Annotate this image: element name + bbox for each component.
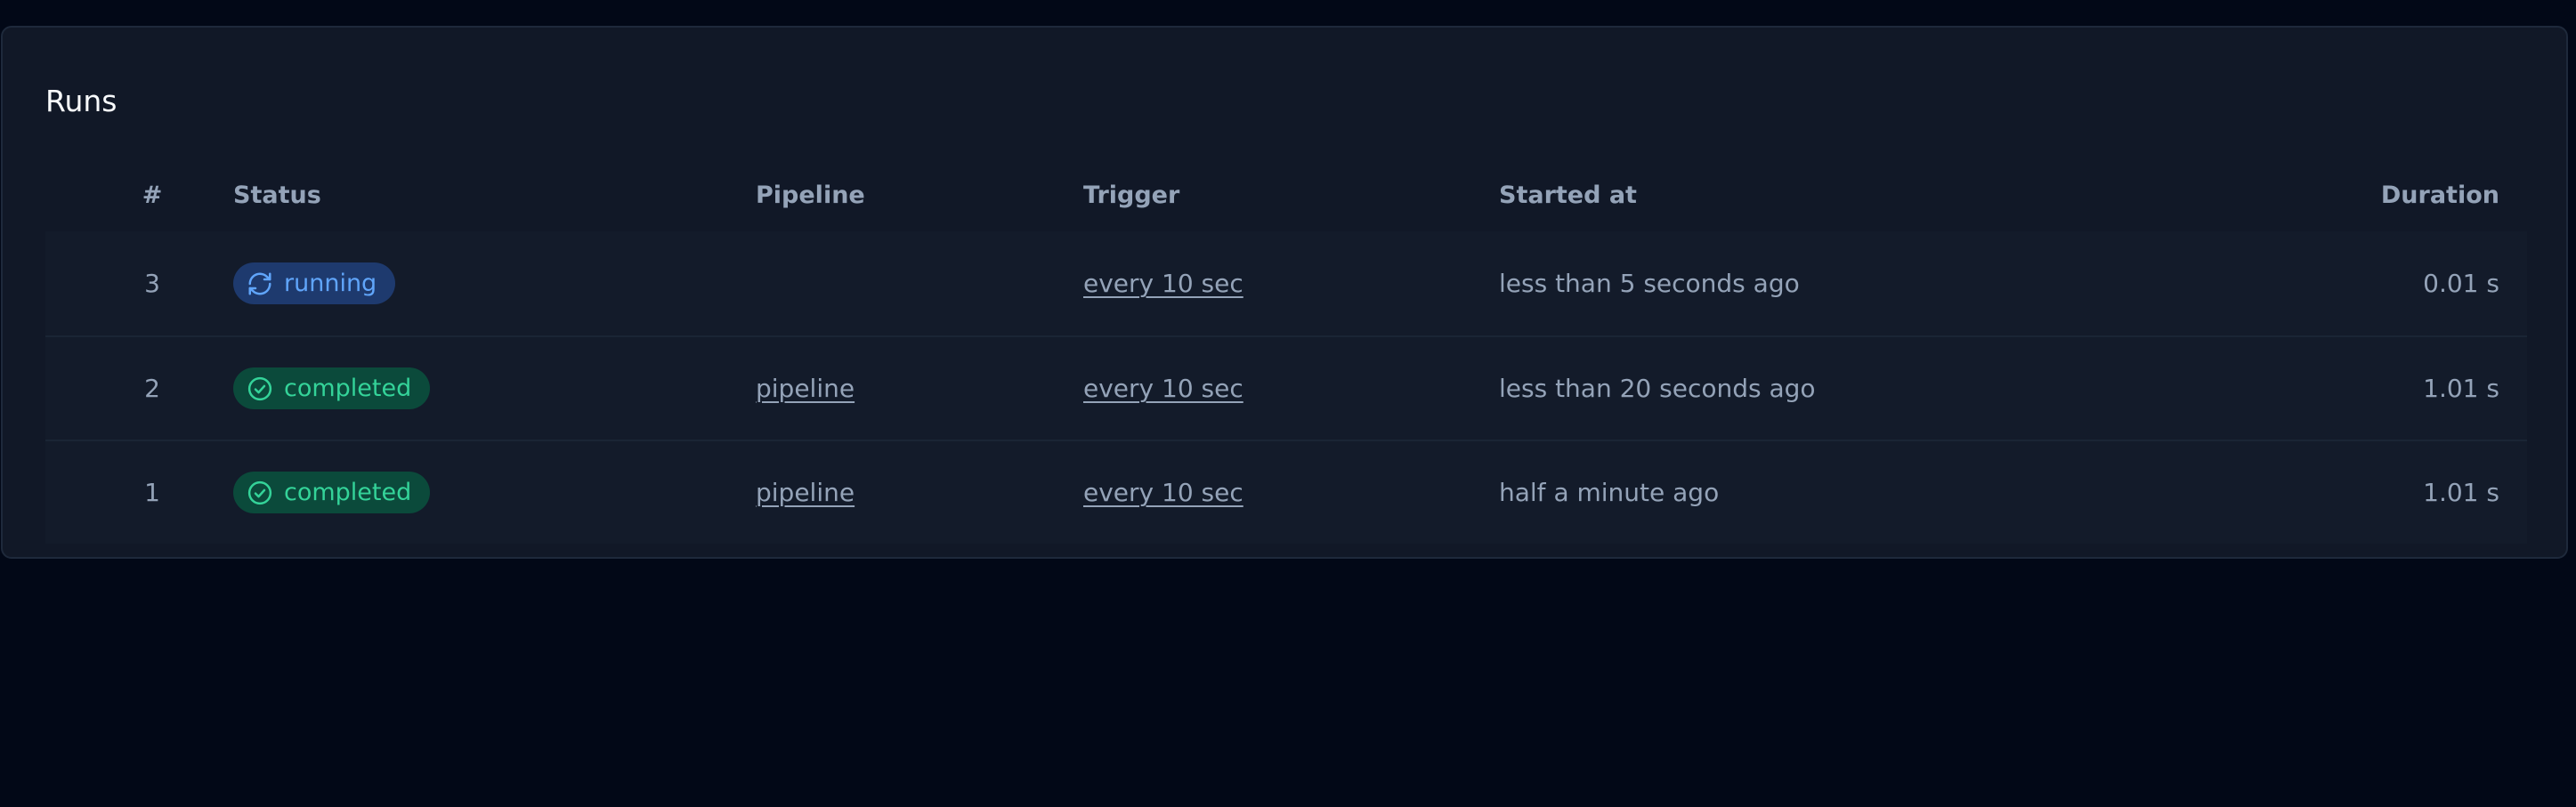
column-header-pipeline: Pipeline [756,181,865,209]
status-badge-label: completed [284,375,412,402]
column-header-number: # [142,181,163,209]
table-header-row: # Status Pipeline Trigger Started at Dur… [45,158,2527,231]
table-row: 2 completed pipeline every 10 sec less t… [45,335,2527,440]
duration-value: 0.01 s [2423,269,2499,298]
column-header-trigger: Trigger [1083,181,1180,209]
table-row: 3 running every 10 sec less than 5 secon… [45,231,2527,335]
status-badge: completed [233,367,431,409]
trigger-link[interactable]: every 10 sec [1083,478,1243,507]
trigger-link[interactable]: every 10 sec [1083,269,1243,298]
refresh-icon [248,272,271,295]
runs-table: # Status Pipeline Trigger Started at Dur… [45,158,2527,544]
pipeline-cell: pipeline [756,441,855,544]
table-row: 1 completed pipeline every 10 sec half a… [45,440,2527,544]
pipeline-link[interactable]: pipeline [756,374,855,403]
run-number: 3 [144,269,160,298]
trigger-cell: every 10 sec [1083,337,1243,440]
status-cell: running [233,231,396,335]
status-cell: completed [233,337,431,440]
started-at-value: half a minute ago [1499,478,1720,507]
table-body: 3 running every 10 sec less than 5 secon… [45,231,2527,544]
pipeline-cell: pipeline [756,337,855,440]
check-circle-icon [247,376,272,400]
duration-value: 1.01 s [2423,478,2499,507]
trigger-cell: every 10 sec [1083,231,1243,335]
duration-value: 1.01 s [2423,374,2499,403]
pipeline-link[interactable]: pipeline [756,478,855,507]
status-badge-label: completed [284,479,412,506]
column-header-status: Status [233,181,321,209]
check-circle-icon [247,480,272,504]
started-at-value: less than 5 seconds ago [1499,269,1800,298]
status-badge: completed [233,472,431,513]
status-cell: completed [233,441,431,544]
runs-card: Runs # Status Pipeline Trigger Started a… [1,26,2568,559]
card-title: Runs [45,84,117,118]
started-at-value: less than 20 seconds ago [1499,374,1816,403]
column-header-started-at: Started at [1499,181,1637,209]
status-badge: running [233,262,396,304]
column-header-duration: Duration [2380,181,2499,209]
status-badge-label: running [284,270,377,297]
trigger-cell: every 10 sec [1083,441,1243,544]
run-number: 1 [144,478,160,507]
run-number: 2 [144,374,160,403]
trigger-link[interactable]: every 10 sec [1083,374,1243,403]
